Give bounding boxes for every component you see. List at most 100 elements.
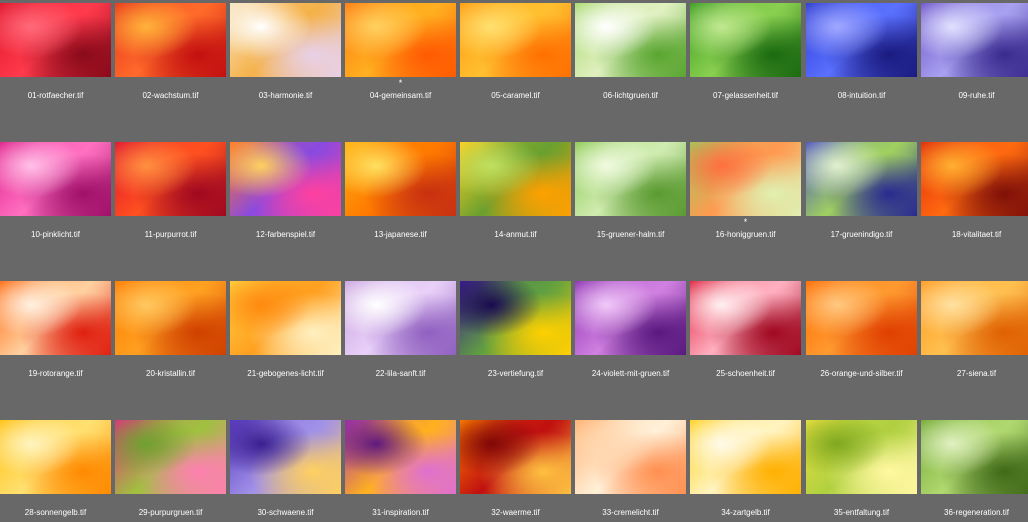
thumbnail-cell[interactable]: 27-siena.tif [921,281,1028,391]
thumbnail-filename: 23-vertiefung.tif [487,369,544,378]
thumbnail-cell[interactable]: 18-vitalitaet.tif [921,142,1028,252]
thumbnail-image[interactable] [460,142,571,216]
thumbnail-image[interactable] [345,142,456,216]
thumbnail-cell[interactable]: 35-entfaltung.tif [806,420,921,522]
thumbnail-filename: 32-waerme.tif [491,508,540,517]
rating-star [921,496,1028,505]
thumbnail-cell[interactable]: 17-gruenindigo.tif [806,142,921,252]
thumbnail-image[interactable] [345,281,456,355]
thumbnail-image[interactable] [921,142,1028,216]
thumbnail-image[interactable] [0,142,111,216]
thumbnail-cell[interactable]: 11-purpurrot.tif [115,142,230,252]
thumbnail-cell[interactable]: 32-waerme.tif [460,420,575,522]
thumbnail-image[interactable] [806,142,917,216]
thumbnail-cell[interactable]: 03-harmonie.tif [230,3,345,113]
thumbnail-image[interactable] [575,142,686,216]
thumbnail-image[interactable] [575,3,686,77]
rating-star [345,357,456,366]
thumbnail-filename: 08-intuition.tif [837,91,886,100]
thumbnail-cell[interactable]: 36-regeneration.tif [921,420,1028,522]
thumbnail-filename: 11-purpurrot.tif [144,230,197,239]
rating-star [460,357,571,366]
thumbnail-cell[interactable]: 01-rotfaecher.tif [0,3,115,113]
thumbnail-image[interactable] [806,3,917,77]
rating-star [345,496,456,505]
thumbnail-cell[interactable]: 10-pinklicht.tif [0,142,115,252]
thumbnail-cell[interactable]: 12-farbenspiel.tif [230,142,345,252]
thumbnail-image[interactable] [230,142,341,216]
thumbnail-cell[interactable]: 28-sonnengelb.tif [0,420,115,522]
thumbnail-filename: 25-schoenheit.tif [716,369,775,378]
rating-star [115,218,226,227]
thumbnail-filename: 30-schwaene.tif [257,508,314,517]
rating-star [230,218,341,227]
thumbnail-cell[interactable]: 24-violett-mit-gruen.tif [575,281,690,391]
thumbnail-filename: 13-japanese.tif [374,230,427,239]
rating-star [921,79,1028,88]
thumbnail-cell[interactable]: * 04-gemeinsam.tif [345,3,460,113]
thumbnail-cell[interactable]: 31-inspiration.tif [345,420,460,522]
thumbnail-cell[interactable]: 30-schwaene.tif [230,420,345,522]
thumbnail-filename: 33-cremelicht.tif [602,508,659,517]
thumbnail-cell[interactable]: 02-wachstum.tif [115,3,230,113]
thumbnail-image[interactable] [806,281,917,355]
thumbnail-filename: 03-harmonie.tif [258,91,313,100]
thumbnail-image[interactable] [460,3,571,77]
thumbnail-image[interactable] [0,420,111,494]
thumbnail-cell[interactable]: 14-anmut.tif [460,142,575,252]
thumbnail-image[interactable] [0,281,111,355]
thumbnail-cell[interactable]: 07-gelassenheit.tif [690,3,805,113]
thumbnail-filename: 19-rotorange.tif [28,369,83,378]
thumbnail-image[interactable] [921,420,1028,494]
thumbnail-image[interactable] [575,281,686,355]
thumbnail-cell[interactable]: 25-schoenheit.tif [690,281,805,391]
thumbnail-image[interactable] [575,420,686,494]
rating-star [0,357,111,366]
thumbnail-cell[interactable]: 06-lichtgruen.tif [575,3,690,113]
thumbnail-image[interactable] [0,3,111,77]
thumbnail-cell[interactable]: 09-ruhe.tif [921,3,1028,113]
thumbnail-cell[interactable]: 33-cremelicht.tif [575,420,690,522]
thumbnail-image[interactable] [806,420,917,494]
thumbnail-cell[interactable]: 21-gebogenes-licht.tif [230,281,345,391]
thumbnail-cell[interactable]: * 16-honiggruen.tif [690,142,805,252]
thumbnail-image[interactable] [230,420,341,494]
thumbnail-image[interactable] [230,281,341,355]
thumbnail-image[interactable] [460,281,571,355]
rating-star [575,218,686,227]
thumbnail-cell[interactable]: 08-intuition.tif [806,3,921,113]
thumbnail-image[interactable] [460,420,571,494]
thumbnail-cell[interactable]: 22-lila-sanft.tif [345,281,460,391]
thumbnail-image[interactable] [115,3,226,77]
thumbnail-image[interactable] [921,3,1028,77]
thumbnail-filename: 05-caramel.tif [491,91,540,100]
thumbnail-filename: 36-regeneration.tif [944,508,1009,517]
thumbnail-image[interactable] [345,420,456,494]
thumbnail-image[interactable] [690,420,801,494]
thumbnail-filename: 16-honiggruen.tif [715,230,776,239]
thumbnail-cell[interactable]: 23-vertiefung.tif [460,281,575,391]
thumbnail-filename: 15-gruener-halm.tif [596,230,665,239]
thumbnail-cell[interactable]: 05-caramel.tif [460,3,575,113]
thumbnail-filename: 09-ruhe.tif [958,91,995,100]
thumbnail-image[interactable] [345,3,456,77]
thumbnail-cell[interactable]: 34-zartgelb.tif [690,420,805,522]
thumbnail-cell[interactable]: 13-japanese.tif [345,142,460,252]
rating-star [230,496,341,505]
rating-star [0,496,111,505]
thumbnail-cell[interactable]: 19-rotorange.tif [0,281,115,391]
thumbnail-cell[interactable]: 20-kristallin.tif [115,281,230,391]
thumbnail-image[interactable] [115,142,226,216]
thumbnail-image[interactable] [115,420,226,494]
thumbnail-image[interactable] [690,142,801,216]
thumbnail-image[interactable] [921,281,1028,355]
thumbnail-cell[interactable]: 15-gruener-halm.tif [575,142,690,252]
thumbnail-cell[interactable]: 29-purpurgruen.tif [115,420,230,522]
thumbnail-browser: 01-rotfaecher.tif 02-wachstum.tif 03-harmo… [0,0,1028,522]
rating-star [690,79,801,88]
thumbnail-image[interactable] [115,281,226,355]
thumbnail-image[interactable] [230,3,341,77]
thumbnail-image[interactable] [690,3,801,77]
thumbnail-image[interactable] [690,281,801,355]
thumbnail-cell[interactable]: 26-orange-und-silber.tif [806,281,921,391]
